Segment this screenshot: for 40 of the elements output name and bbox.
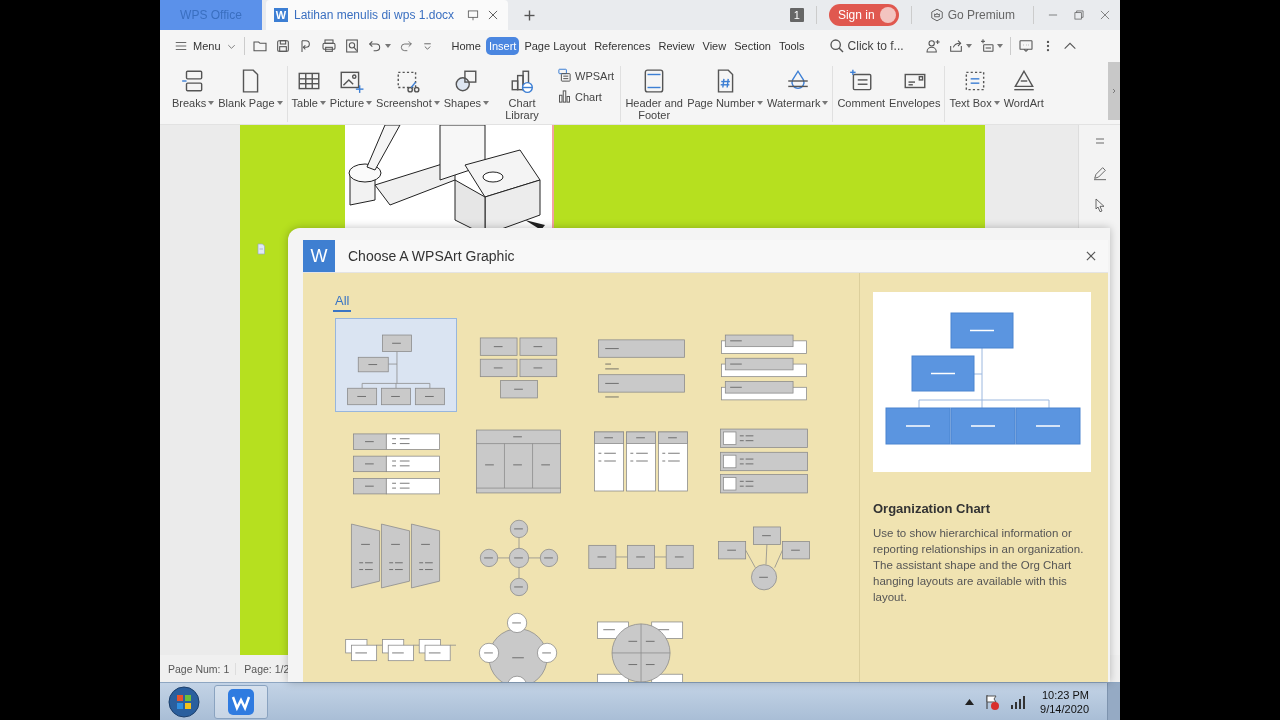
- status-text: Page Num: 1: [160, 662, 237, 675]
- ribbon-tab[interactable]: Page Layout: [521, 37, 590, 55]
- ribbon-button[interactable]: Chart Library: [491, 66, 554, 123]
- window-count-badge[interactable]: 1: [789, 8, 804, 22]
- ribbon-tab[interactable]: Tools: [775, 37, 808, 55]
- ribbon-tab[interactable]: Home: [448, 37, 484, 55]
- preview-title: Organization Chart: [873, 501, 991, 516]
- ribbon-button[interactable]: Text Box: [947, 66, 1002, 111]
- document-logo: W: [274, 8, 288, 22]
- go-premium-button[interactable]: Go Premium: [923, 7, 1021, 23]
- ribbon-button[interactable]: Picture: [327, 66, 375, 111]
- ribbon-button[interactable]: Screenshot: [374, 66, 442, 111]
- ribbon-tab[interactable]: References: [591, 37, 654, 55]
- ribbon-tab[interactable]: Section: [731, 37, 774, 55]
- search-button[interactable]: Click to f...: [822, 37, 910, 55]
- menu-button[interactable]: Menu: [174, 39, 237, 53]
- sign-in-button[interactable]: Sign in: [828, 4, 899, 26]
- clock-time[interactable]: 10:23 PM: [1040, 688, 1089, 701]
- dialog-logo: W: [303, 240, 335, 272]
- ribbon-button[interactable]: Blank Page: [216, 66, 285, 111]
- document-tab[interactable]: W Latihan menulis di wps 1.docx: [266, 0, 509, 30]
- clock-date[interactable]: 9/14/2020: [1040, 702, 1089, 715]
- ribbon-button[interactable]: Shapes: [441, 66, 492, 111]
- ribbon-button[interactable]: Breaks: [170, 66, 217, 111]
- ribbon-button[interactable]: Table: [289, 66, 328, 111]
- category-tab[interactable]: All: [333, 293, 352, 312]
- ribbon-button[interactable]: WordArt: [1001, 66, 1046, 111]
- tab-title: Latihan menulis di wps 1.docx: [294, 8, 455, 22]
- ribbon-tab[interactable]: Insert: [485, 37, 520, 55]
- dialog-title: Choose A WPSArt Graphic: [348, 248, 515, 264]
- preview-description: Use to show hierarchical information or reporting relationships in an organization. The assistant shape and the Org Chart hanging layouts are available with this layout.: [873, 526, 1085, 605]
- ribbon-button[interactable]: Header and Footer: [623, 66, 686, 123]
- ribbon-tab[interactable]: View: [699, 37, 730, 55]
- ribbon-button[interactable]: Page Number: [685, 66, 766, 111]
- ribbon-button[interactable]: Watermark: [765, 66, 831, 111]
- ribbon-button[interactable]: Comment: [835, 66, 888, 111]
- ribbon-tab[interactable]: Review: [655, 37, 698, 55]
- ribbon-button[interactable]: WPSArt: [553, 68, 619, 83]
- ribbon-button[interactable]: Envelopes: [887, 66, 943, 111]
- ribbon-button[interactable]: Chart: [553, 89, 619, 104]
